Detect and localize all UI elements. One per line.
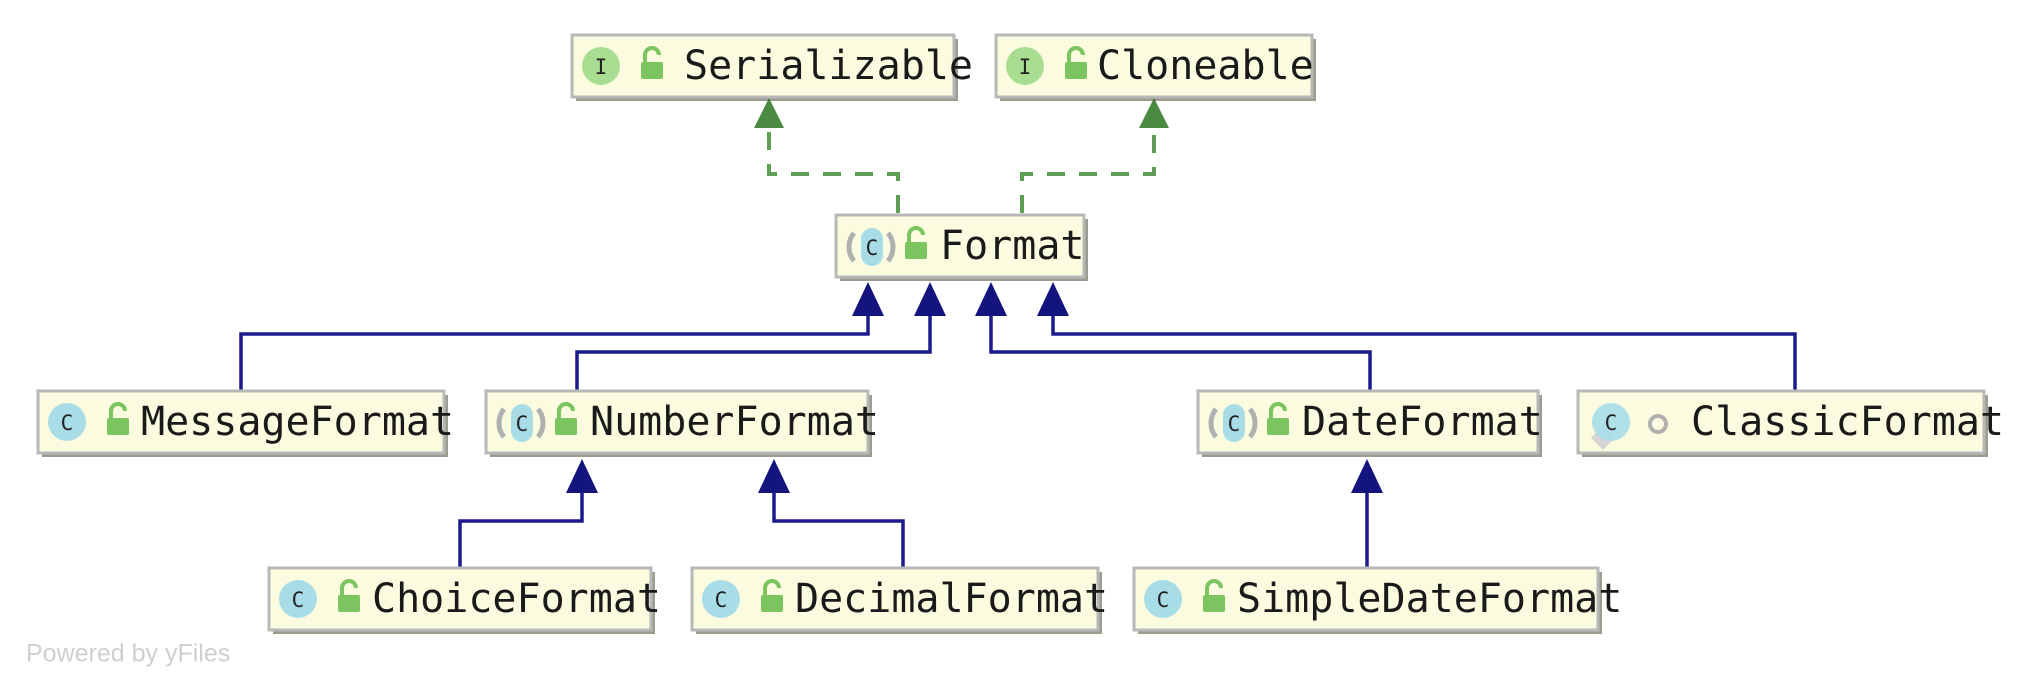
node-label: SimpleDateFormat: [1237, 576, 1622, 622]
class-c-icon: C: [702, 580, 740, 618]
node-label: Serializable: [684, 43, 973, 89]
class-icon-letter: C: [516, 412, 529, 436]
edge-simpledateformat-extends-dateformat[interactable]: [1351, 459, 1383, 568]
interface-icon-letter: I: [595, 55, 608, 79]
class-c-icon: C: [279, 580, 317, 618]
node-classicformat[interactable]: C ClassicFormat: [1576, 389, 2004, 457]
generalization-arrowhead: [566, 459, 598, 493]
class-icon-letter: C: [866, 236, 879, 260]
class-icon-letter: C: [292, 588, 305, 612]
node-choiceformat[interactable]: C ChoiceFormat: [267, 566, 661, 634]
class-c-icon: C: [1144, 580, 1182, 618]
edge-layer: [239, 98, 1797, 568]
generalization-line: [989, 312, 1372, 391]
generalization-arrowhead: [914, 282, 946, 316]
class-icon-letter: C: [715, 588, 728, 612]
interface-icon-letter: I: [1019, 55, 1032, 79]
realization-arrowhead: [754, 98, 784, 128]
interface-i-icon: I: [1006, 47, 1044, 85]
node-cloneable[interactable]: I Cloneable: [994, 33, 1316, 101]
realization-arrowhead: [1139, 98, 1169, 128]
generalization-arrowhead: [975, 282, 1007, 316]
class-icon-letter: C: [1157, 588, 1170, 612]
node-decimalformat[interactable]: C DecimalFormat: [690, 566, 1108, 634]
edge-messageformat-extends-format[interactable]: [239, 282, 884, 391]
generalization-arrowhead: [1351, 459, 1383, 493]
node-label: NumberFormat: [590, 399, 879, 445]
edge-choiceformat-extends-numberformat[interactable]: [458, 459, 598, 568]
node-messageformat[interactable]: C MessageFormat: [36, 389, 454, 457]
node-label: Cloneable: [1097, 43, 1314, 89]
node-label: DecimalFormat: [795, 576, 1108, 622]
generalization-arrowhead: [1037, 282, 1069, 316]
node-numberformat[interactable]: C NumberFormat: [484, 389, 879, 457]
generalization-line: [772, 489, 905, 568]
node-simpledateformat[interactable]: C SimpleDateFormat: [1132, 566, 1622, 634]
node-label: ClassicFormat: [1691, 399, 2004, 445]
generalization-line: [458, 489, 584, 568]
class-icon-letter: C: [61, 411, 74, 435]
class-c-icon: C: [48, 403, 86, 441]
node-label: MessageFormat: [141, 399, 454, 445]
generalization-arrowhead: [852, 282, 884, 316]
powered-by-watermark: Powered by yFiles: [26, 640, 230, 668]
edge-decimalformat-extends-numberformat[interactable]: [758, 459, 905, 568]
class-icon-letter: C: [1605, 411, 1618, 435]
node-label: ChoiceFormat: [372, 576, 661, 622]
uml-class-diagram: I Serializable I Cloneable C Format C Me…: [0, 0, 2022, 684]
edge-classicformat-extends-format[interactable]: [1037, 282, 1797, 391]
node-label: DateFormat: [1302, 399, 1543, 445]
interface-i-icon: I: [582, 47, 620, 85]
node-serializable[interactable]: I Serializable: [570, 33, 973, 101]
node-dateformat[interactable]: C DateFormat: [1196, 389, 1543, 457]
node-format[interactable]: C Format: [834, 213, 1088, 281]
node-label: Format: [940, 223, 1085, 269]
generalization-line: [575, 312, 932, 391]
class-icon-letter: C: [1228, 412, 1241, 436]
edge-dateformat-extends-format[interactable]: [975, 282, 1372, 391]
diagram-canvas[interactable]: I Serializable I Cloneable C Format C Me…: [0, 0, 2022, 684]
generalization-arrowhead: [758, 459, 790, 493]
edge-numberformat-extends-format[interactable]: [575, 282, 946, 391]
